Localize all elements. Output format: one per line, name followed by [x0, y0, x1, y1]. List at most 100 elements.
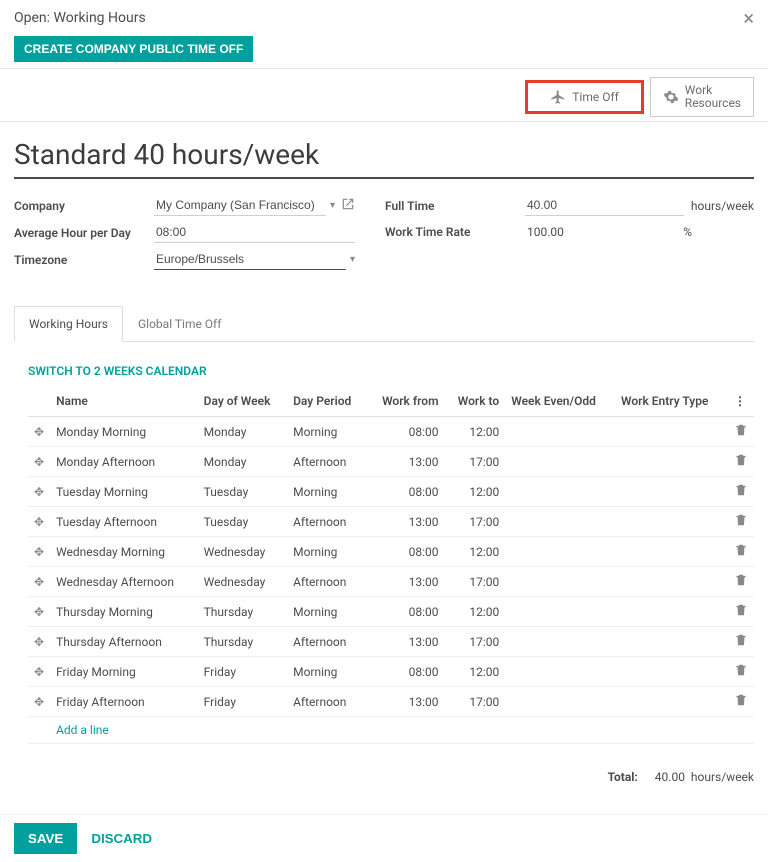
- cell-dow[interactable]: Tuesday: [198, 507, 287, 537]
- cell-evenodd[interactable]: [505, 537, 615, 567]
- cell-to[interactable]: 12:00: [445, 477, 506, 507]
- work-resources-button[interactable]: Work Resources: [650, 77, 754, 117]
- cell-dow[interactable]: Thursday: [198, 627, 287, 657]
- cell-evenodd[interactable]: [505, 567, 615, 597]
- cell-dow[interactable]: Friday: [198, 687, 287, 717]
- cell-period[interactable]: Morning: [287, 537, 367, 567]
- cell-to[interactable]: 12:00: [445, 657, 506, 687]
- cell-to[interactable]: 17:00: [445, 567, 506, 597]
- save-button[interactable]: SAVE: [14, 823, 77, 854]
- cell-name[interactable]: Monday Afternoon: [50, 447, 198, 477]
- cell-entry[interactable]: [615, 597, 728, 627]
- chevron-down-icon[interactable]: ▾: [330, 200, 335, 211]
- table-row[interactable]: ✥Friday AfternoonFridayAfternoon13:0017:…: [28, 687, 754, 717]
- trash-icon[interactable]: [728, 507, 754, 537]
- cell-period[interactable]: Afternoon: [287, 687, 367, 717]
- cell-period[interactable]: Morning: [287, 657, 367, 687]
- cell-entry[interactable]: [615, 687, 728, 717]
- cell-period[interactable]: Morning: [287, 477, 367, 507]
- cell-evenodd[interactable]: [505, 627, 615, 657]
- trash-icon[interactable]: [728, 687, 754, 717]
- cell-to[interactable]: 17:00: [445, 687, 506, 717]
- cell-dow[interactable]: Friday: [198, 657, 287, 687]
- cell-name[interactable]: Tuesday Morning: [50, 477, 198, 507]
- cell-from[interactable]: 13:00: [367, 567, 445, 597]
- full-time-field[interactable]: [525, 195, 684, 216]
- cell-name[interactable]: Monday Morning: [50, 417, 198, 447]
- cell-from[interactable]: 08:00: [367, 417, 445, 447]
- cell-name[interactable]: Friday Morning: [50, 657, 198, 687]
- cell-entry[interactable]: [615, 477, 728, 507]
- cell-dow[interactable]: Wednesday: [198, 537, 287, 567]
- cell-name[interactable]: Tuesday Afternoon: [50, 507, 198, 537]
- cell-entry[interactable]: [615, 657, 728, 687]
- cell-evenodd[interactable]: [505, 597, 615, 627]
- table-row[interactable]: ✥Wednesday AfternoonWednesdayAfternoon13…: [28, 567, 754, 597]
- cell-dow[interactable]: Monday: [198, 417, 287, 447]
- table-row[interactable]: ✥Tuesday MorningTuesdayMorning08:0012:00: [28, 477, 754, 507]
- drag-handle-icon[interactable]: ✥: [28, 567, 50, 597]
- cell-entry[interactable]: [615, 417, 728, 447]
- cell-evenodd[interactable]: [505, 417, 615, 447]
- switch-calendar-link[interactable]: SWITCH TO 2 WEEKS CALENDAR: [28, 364, 207, 378]
- external-link-icon[interactable]: [341, 197, 355, 215]
- cell-evenodd[interactable]: [505, 507, 615, 537]
- table-row[interactable]: ✥Wednesday MorningWednesdayMorning08:001…: [28, 537, 754, 567]
- cell-evenodd[interactable]: [505, 477, 615, 507]
- kebab-icon[interactable]: ⋮: [728, 386, 754, 417]
- cell-from[interactable]: 08:00: [367, 597, 445, 627]
- cell-dow[interactable]: Wednesday: [198, 567, 287, 597]
- trash-icon[interactable]: [728, 477, 754, 507]
- time-off-button[interactable]: Time Off: [525, 80, 644, 114]
- drag-handle-icon[interactable]: ✥: [28, 597, 50, 627]
- cell-from[interactable]: 13:00: [367, 687, 445, 717]
- trash-icon[interactable]: [728, 597, 754, 627]
- cell-evenodd[interactable]: [505, 657, 615, 687]
- trash-icon[interactable]: [728, 567, 754, 597]
- cell-to[interactable]: 12:00: [445, 537, 506, 567]
- cell-period[interactable]: Afternoon: [287, 567, 367, 597]
- cell-period[interactable]: Afternoon: [287, 507, 367, 537]
- trash-icon[interactable]: [728, 657, 754, 687]
- cell-entry[interactable]: [615, 567, 728, 597]
- table-row[interactable]: ✥Monday AfternoonMondayAfternoon13:0017:…: [28, 447, 754, 477]
- drag-handle-icon[interactable]: ✥: [28, 507, 50, 537]
- chevron-down-icon[interactable]: ▾: [350, 254, 355, 265]
- cell-from[interactable]: 08:00: [367, 477, 445, 507]
- cell-dow[interactable]: Thursday: [198, 597, 287, 627]
- cell-dow[interactable]: Tuesday: [198, 477, 287, 507]
- table-row[interactable]: ✥Tuesday AfternoonTuesdayAfternoon13:001…: [28, 507, 754, 537]
- cell-period[interactable]: Afternoon: [287, 627, 367, 657]
- cell-from[interactable]: 08:00: [367, 657, 445, 687]
- create-public-time-off-button[interactable]: CREATE COMPANY PUBLIC TIME OFF: [14, 36, 253, 62]
- cell-name[interactable]: Friday Afternoon: [50, 687, 198, 717]
- cell-from[interactable]: 13:00: [367, 627, 445, 657]
- cell-from[interactable]: 08:00: [367, 537, 445, 567]
- table-row[interactable]: ✥Thursday MorningThursdayMorning08:0012:…: [28, 597, 754, 627]
- page-title[interactable]: Standard 40 hours/week: [14, 138, 754, 179]
- cell-entry[interactable]: [615, 537, 728, 567]
- cell-entry[interactable]: [615, 507, 728, 537]
- cell-to[interactable]: 17:00: [445, 627, 506, 657]
- trash-icon[interactable]: [728, 627, 754, 657]
- trash-icon[interactable]: [728, 537, 754, 567]
- avg-hour-field[interactable]: [154, 222, 355, 243]
- drag-handle-icon[interactable]: ✥: [28, 657, 50, 687]
- table-row[interactable]: ✥Monday MorningMondayMorning08:0012:00: [28, 417, 754, 447]
- drag-handle-icon[interactable]: ✥: [28, 537, 50, 567]
- add-line-link[interactable]: Add a line: [56, 723, 109, 737]
- cell-period[interactable]: Morning: [287, 597, 367, 627]
- company-field[interactable]: [154, 195, 326, 216]
- drag-handle-icon[interactable]: ✥: [28, 447, 50, 477]
- cell-dow[interactable]: Monday: [198, 447, 287, 477]
- cell-evenodd[interactable]: [505, 687, 615, 717]
- cell-name[interactable]: Thursday Afternoon: [50, 627, 198, 657]
- cell-evenodd[interactable]: [505, 447, 615, 477]
- drag-handle-icon[interactable]: ✥: [28, 477, 50, 507]
- cell-to[interactable]: 17:00: [445, 447, 506, 477]
- drag-handle-icon[interactable]: ✥: [28, 687, 50, 717]
- table-row[interactable]: ✥Thursday AfternoonThursdayAfternoon13:0…: [28, 627, 754, 657]
- drag-handle-icon[interactable]: ✥: [28, 627, 50, 657]
- cell-to[interactable]: 17:00: [445, 507, 506, 537]
- trash-icon[interactable]: [728, 447, 754, 477]
